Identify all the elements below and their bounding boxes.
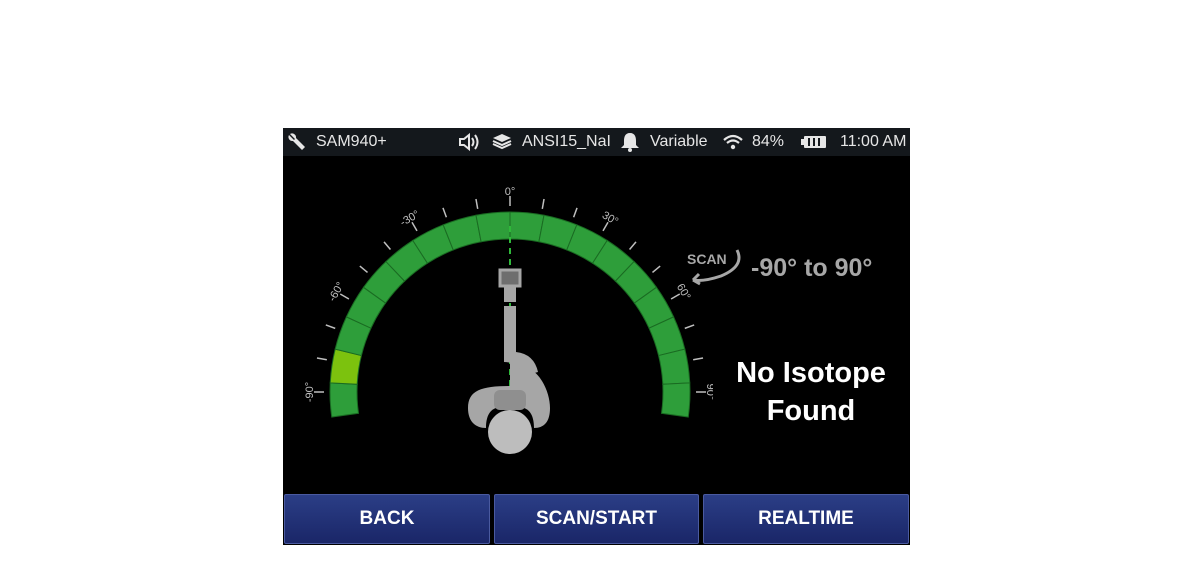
device-name: SAM940+ (316, 133, 387, 150)
library-icon[interactable] (491, 132, 513, 152)
gauge-tick (325, 324, 336, 330)
clock: 11:00 AM (840, 133, 907, 150)
gauge-tick (316, 357, 327, 361)
direction-gauge: -90°-60°-30°0°30°60°90° (304, 186, 713, 454)
scan-view: -90° -60° -30° 0° 30° 60° 90° SCAN -90° to 90°… (283, 156, 910, 493)
scan-start-button[interactable]: SCAN/START (494, 494, 699, 544)
realtime-button[interactable]: REALTIME (703, 494, 909, 544)
gauge-tick (684, 324, 695, 330)
battery-percent: 84% (752, 133, 785, 150)
gauge-tick-label: 30° (600, 209, 620, 228)
gauge-segment (660, 382, 691, 418)
gauge-tick (359, 265, 368, 274)
gauge-segment (657, 348, 691, 385)
gauge-tick-label: -90° (304, 382, 316, 402)
device-screen: SAM940+ ANSI15_NaI Variable 84% 11:00 AM… (283, 128, 910, 545)
library-name: ANSI15_NaI (522, 133, 611, 150)
gauge-tick (693, 357, 704, 361)
speaker-icon[interactable] (458, 132, 482, 152)
gauge-tick (383, 241, 392, 250)
alarm-mode: Variable (650, 133, 708, 150)
result-line-2: Found (766, 395, 856, 427)
gauge-tick (442, 207, 448, 218)
gauge-tick-label: 90° (704, 384, 713, 401)
gauge-tick-label: -30° (398, 208, 422, 229)
wifi-icon[interactable] (722, 132, 744, 152)
person-icon (468, 268, 550, 454)
gauge-tick (628, 241, 637, 250)
result-message: No Isotope Found (713, 354, 909, 430)
scan-range: -90° to 90° (751, 254, 873, 282)
back-button[interactable]: BACK (284, 494, 490, 544)
gauge-tick (572, 207, 578, 218)
gauge-segment (475, 211, 511, 243)
battery-icon[interactable] (801, 135, 827, 149)
bell-icon[interactable] (619, 132, 641, 152)
wrench-icon[interactable] (287, 132, 307, 152)
gauge-segment (329, 382, 360, 418)
scan-icon: SCAN (687, 249, 741, 286)
gauge-tick (475, 198, 479, 209)
gauge-tick-label: 0° (505, 186, 516, 198)
gauge-tick (541, 198, 545, 209)
status-bar: SAM940+ ANSI15_NaI Variable 84% 11:00 AM (283, 128, 910, 156)
gauge-tick-label: -60° (326, 280, 347, 304)
gauge-tick (652, 265, 661, 274)
scan-logo-text: SCAN (687, 251, 727, 267)
result-line-1: No Isotope (736, 357, 886, 389)
gauge-segment (509, 211, 545, 243)
